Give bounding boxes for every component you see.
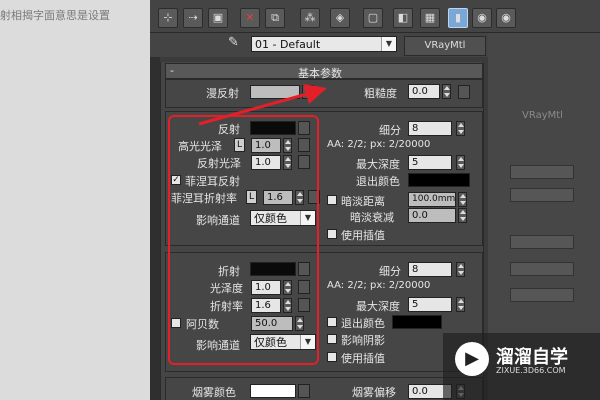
dim-distance-label: 暗淡距离 <box>341 195 385 208</box>
ghost-field <box>510 262 574 276</box>
affect-shadows-checkbox[interactable] <box>327 334 337 344</box>
refr-use-interp-checkbox[interactable] <box>327 352 337 362</box>
affect-shadows-label: 影响阴影 <box>341 334 385 347</box>
go-parent-icon[interactable]: ◉ <box>472 8 492 28</box>
refr-max-depth-input[interactable]: 5 <box>408 297 452 312</box>
copy-material-icon[interactable]: ⧉ <box>265 8 285 28</box>
refr-use-interp-label: 使用插值 <box>341 352 385 365</box>
refr-aa-info: AA: 2/2; px: 2/20000 <box>327 280 431 291</box>
refl-max-depth-label: 最大深度 <box>356 158 400 171</box>
roughness-map-button[interactable] <box>458 85 470 99</box>
rollout-collapse-icon[interactable]: - <box>170 64 174 77</box>
dim-distance-spinner[interactable] <box>458 192 467 207</box>
refl-exit-color-label: 退出颜色 <box>356 175 400 188</box>
show-map-icon[interactable]: ◧ <box>393 8 413 28</box>
ghost-field <box>510 235 574 249</box>
eyedropper-icon[interactable]: ✎ <box>228 35 244 51</box>
material-editor-toolbar: ⊹ ⇢ ▣ ✕ ⧉ ⁂ ◈ ▢ ◧ ▦ ▮ ◉ ◉ <box>150 0 600 33</box>
refl-max-depth-input[interactable]: 5 <box>408 155 452 170</box>
dim-distance-input[interactable]: 100.0mm <box>408 192 456 207</box>
refr-exit-color-checkbox[interactable] <box>327 317 337 327</box>
fog-color-swatch[interactable] <box>250 384 296 398</box>
fog-color-map-button[interactable] <box>298 384 310 398</box>
fog-bias-label: 烟雾偏移 <box>352 386 396 399</box>
dim-falloff-spinner[interactable] <box>458 208 467 223</box>
refl-subdivs-spinner[interactable] <box>456 121 465 136</box>
watermark-logo-icon: ▶ <box>455 342 489 376</box>
basic-params-rollout-header[interactable]: - 基本参数 <box>165 63 483 80</box>
background-icon[interactable]: ▦ <box>420 8 440 28</box>
annotation-highlight-box <box>168 115 319 365</box>
ghost-field <box>510 188 574 202</box>
annotation-arrow-icon <box>198 84 327 126</box>
dim-falloff-label: 暗淡衰减 <box>350 211 394 224</box>
ghost-field <box>510 288 574 302</box>
refl-exit-color-swatch[interactable] <box>408 173 470 187</box>
material-effects-icon[interactable]: ▢ <box>363 8 383 28</box>
left-divider <box>150 0 160 400</box>
refl-max-depth-spinner[interactable] <box>456 155 465 170</box>
put-to-library-icon[interactable]: ◈ <box>330 8 350 28</box>
reset-map-icon[interactable]: ▣ <box>208 8 228 28</box>
watermark-subtitle: ZIXUE.3D66.COM <box>496 366 566 375</box>
material-name-value: 01 - Default <box>255 38 321 51</box>
material-type-button[interactable]: VRayMtl <box>404 36 486 56</box>
refl-subdivs-label: 细分 <box>379 124 401 137</box>
refr-subdivs-spinner[interactable] <box>456 262 465 277</box>
material-name-dropdown[interactable]: 01 - Default ▼ <box>251 36 397 52</box>
refl-use-interp-checkbox[interactable] <box>327 229 337 239</box>
chevron-down-icon: ▼ <box>381 37 396 51</box>
refr-exit-color-label: 退出颜色 <box>341 317 385 330</box>
sample-spheres-icon[interactable]: ⊹ <box>158 8 178 28</box>
unique-icon[interactable]: ⁂ <box>300 8 320 28</box>
refr-subdivs-input[interactable]: 8 <box>408 262 452 277</box>
ghost-field <box>510 165 574 179</box>
refr-subdivs-label: 细分 <box>379 265 401 278</box>
go-forward-icon[interactable]: ◉ <box>496 8 516 28</box>
refr-max-depth-label: 最大深度 <box>356 300 400 313</box>
roughness-spinner[interactable] <box>442 84 451 99</box>
dim-falloff-input[interactable]: 0.0 <box>408 208 456 223</box>
refl-subdivs-input[interactable]: 8 <box>408 121 452 136</box>
fog-color-label: 烟雾颜色 <box>192 386 236 399</box>
vertical-bar-icon[interactable]: ▮ <box>448 8 468 28</box>
refr-max-depth-spinner[interactable] <box>456 297 465 312</box>
refl-aa-info: AA: 2/2; px: 2/20000 <box>327 139 431 150</box>
refl-use-interp-label: 使用插值 <box>341 229 385 242</box>
delete-icon[interactable]: ✕ <box>240 8 260 28</box>
dim-distance-checkbox[interactable] <box>327 195 337 205</box>
left-background-window <box>0 0 150 400</box>
roughness-input[interactable]: 0.0 <box>408 84 440 99</box>
background-caption: 射相揭字面意思是设置 <box>0 9 110 22</box>
ghost-vraymtl-label: VRayMtl <box>522 110 563 121</box>
refr-exit-color-swatch[interactable] <box>392 315 442 329</box>
roughness-label: 粗糙度 <box>364 87 397 100</box>
assign-material-icon[interactable]: ⇢ <box>183 8 203 28</box>
